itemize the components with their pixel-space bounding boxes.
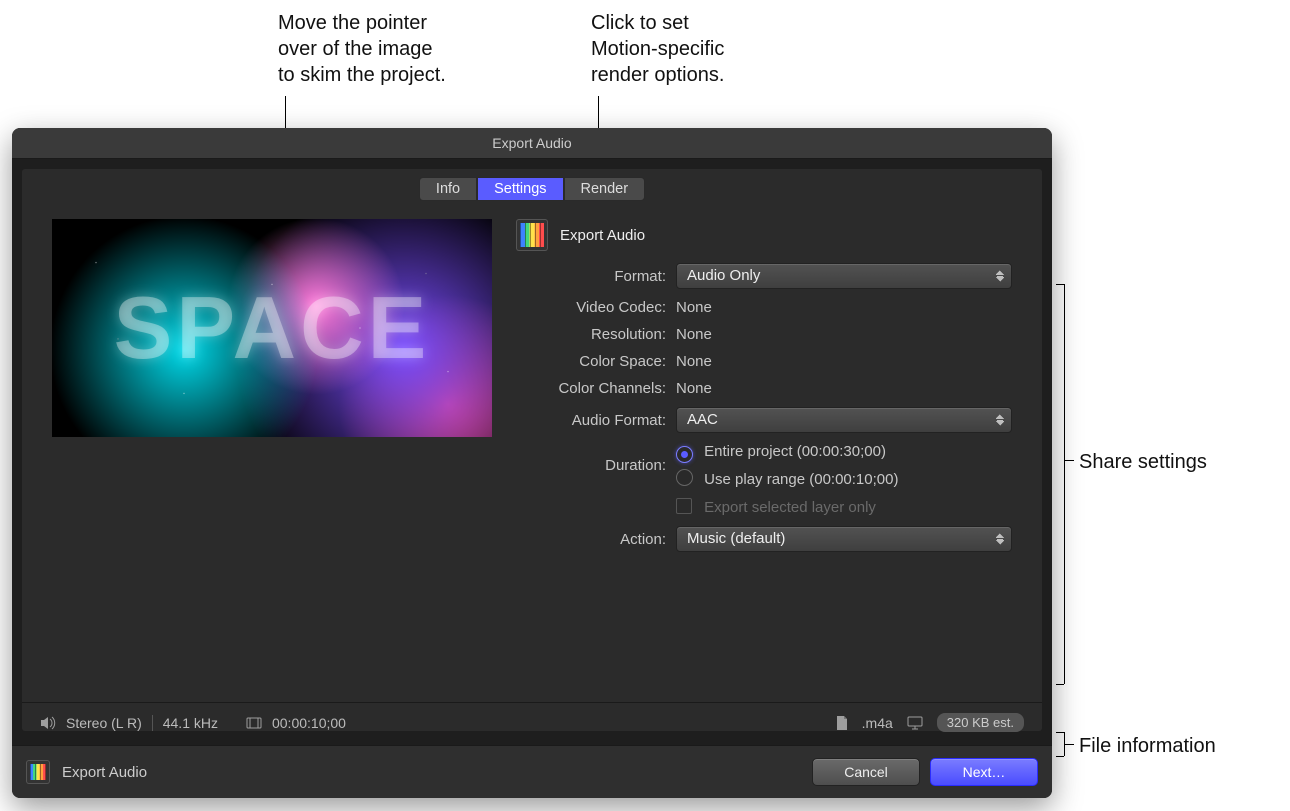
color-space-label: Color Space:	[516, 353, 676, 370]
tab-render[interactable]: Render	[564, 177, 646, 201]
annotation-fileinfo: File information	[1079, 733, 1216, 759]
format-label: Format:	[516, 268, 676, 285]
dialog-footer: Export Audio Cancel Next…	[12, 745, 1052, 798]
callout-line	[1064, 284, 1065, 684]
tab-settings[interactable]: Settings	[477, 177, 563, 201]
app-icon	[516, 219, 548, 251]
callout-line	[1056, 284, 1064, 285]
settings-panel: Export Audio Format: Audio Only Video Co…	[516, 219, 1012, 562]
duration-entire-radio[interactable]	[676, 446, 693, 463]
audio-format-select[interactable]: AAC	[676, 407, 1012, 433]
resolution-label: Resolution:	[516, 326, 676, 343]
callout-line	[1056, 732, 1064, 733]
status-bar: Stereo (L R) 44.1 kHz 00:00:10;00 .m4a 3…	[22, 702, 1042, 742]
callout-line	[1056, 684, 1064, 685]
speaker-icon	[40, 716, 56, 730]
status-channels: Stereo (L R)	[66, 715, 142, 731]
tab-info[interactable]: Info	[419, 177, 477, 201]
audio-format-label: Audio Format:	[516, 412, 676, 429]
footer-title: Export Audio	[62, 764, 147, 781]
duration-playrange-radio[interactable]	[676, 469, 693, 486]
app-icon	[26, 760, 50, 784]
next-button[interactable]: Next…	[930, 758, 1038, 786]
panel-heading: Export Audio	[560, 227, 645, 244]
dialog-body: Info Settings Render Export Audio Format…	[22, 169, 1042, 731]
color-channels-label: Color Channels:	[516, 380, 676, 397]
export-selected-label: Export selected layer only	[704, 499, 876, 516]
callout-line	[1064, 744, 1074, 745]
annotation-share: Share settings	[1079, 449, 1207, 475]
color-channels-value: None	[676, 380, 712, 397]
export-selected-checkbox	[676, 498, 692, 514]
action-select[interactable]: Music (default)	[676, 526, 1012, 552]
tab-bar: Info Settings Render	[22, 169, 1042, 201]
callout-line	[1056, 756, 1064, 757]
resolution-value: None	[676, 326, 712, 343]
status-size: 320 KB est.	[937, 713, 1024, 732]
status-duration: 00:00:10;00	[272, 715, 346, 731]
window-title: Export Audio	[12, 128, 1052, 159]
annotation-render: Click to set Motion-specific render opti…	[591, 10, 724, 88]
status-samplerate: 44.1 kHz	[163, 715, 218, 731]
display-icon	[907, 716, 923, 730]
color-space-value: None	[676, 353, 712, 370]
duration-icon	[246, 716, 262, 730]
cancel-button[interactable]: Cancel	[812, 758, 920, 786]
duration-entire-label[interactable]: Entire project (00:00:30;00)	[704, 443, 886, 460]
callout-line	[1064, 460, 1074, 461]
preview-decor	[52, 219, 492, 437]
action-label: Action:	[516, 531, 676, 548]
status-ext: .m4a	[862, 715, 893, 731]
video-codec-label: Video Codec:	[516, 299, 676, 316]
duration-label: Duration:	[516, 457, 676, 474]
preview-thumbnail[interactable]	[52, 219, 492, 437]
divider	[152, 715, 153, 731]
duration-playrange-label[interactable]: Use play range (00:00:10;00)	[704, 471, 898, 488]
video-codec-value: None	[676, 299, 712, 316]
format-select[interactable]: Audio Only	[676, 263, 1012, 289]
file-icon	[836, 716, 848, 730]
annotation-skim: Move the pointer over of the image to sk…	[278, 10, 446, 88]
export-dialog: Export Audio Info Settings Render Export…	[12, 128, 1052, 798]
